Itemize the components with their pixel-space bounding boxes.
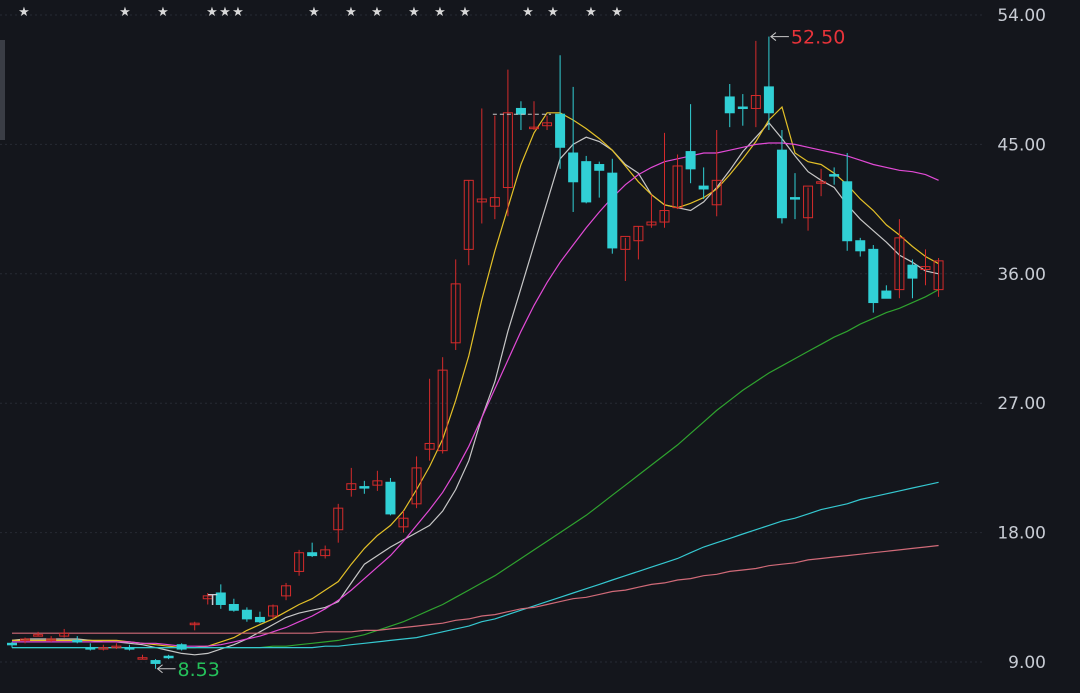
star-marker: ★ — [585, 5, 597, 20]
candlestick-chart[interactable]: 52.50 8.53 T ★ ★ ★ ★ ★ ★ ★ ★ ★ ★ ★ ★ ★ ★ ★ ★ 54.00 45.00 36.… — [0, 0, 1080, 689]
candle-body — [568, 152, 579, 183]
candle-body — [581, 161, 592, 203]
candle-body — [829, 174, 840, 177]
star-marker: ★ — [119, 5, 131, 20]
candle-body — [868, 248, 879, 304]
candle — [176, 643, 187, 651]
candle-body — [176, 644, 187, 650]
candle-body — [855, 240, 866, 252]
star-marker: ★ — [547, 5, 559, 20]
star-marker: ★ — [459, 5, 471, 20]
candle — [581, 155, 592, 204]
chart-background — [0, 0, 1080, 689]
candle-body — [685, 151, 696, 170]
low-price-label: 8.53 — [178, 659, 220, 681]
candle-body — [72, 639, 83, 643]
candle-body — [555, 113, 566, 148]
candle-body — [228, 603, 239, 611]
candle-body — [359, 486, 370, 489]
candle-body — [385, 481, 396, 515]
candle-body — [150, 660, 161, 664]
candle-body — [7, 642, 17, 646]
candle-body — [307, 552, 318, 557]
candle-body — [85, 647, 96, 650]
candle-body — [790, 197, 800, 200]
candle-body — [881, 290, 892, 299]
candle — [607, 158, 618, 254]
candle-body — [842, 181, 853, 242]
candle — [868, 245, 879, 313]
star-marker: ★ — [219, 5, 231, 20]
star-marker: ★ — [206, 5, 218, 20]
candle-body — [607, 172, 618, 249]
star-marker: ★ — [18, 5, 30, 20]
candle-body — [254, 616, 265, 623]
candle-body — [594, 164, 605, 171]
candle-body — [776, 149, 787, 219]
star-marker: ★ — [522, 5, 534, 20]
candle — [385, 477, 396, 516]
star-marker: ★ — [434, 5, 446, 20]
star-marker: ★ — [611, 5, 623, 20]
star-marker: ★ — [157, 5, 169, 20]
y-tick-label: 45.00 — [997, 135, 1046, 155]
star-marker: ★ — [232, 5, 244, 20]
candle-body — [163, 655, 174, 659]
star-marker: ★ — [345, 5, 357, 20]
y-tick-label: 9.00 — [1008, 653, 1046, 673]
candle-body — [241, 609, 252, 620]
high-price-label: 52.50 — [791, 27, 845, 49]
star-marker: ★ — [371, 5, 383, 20]
star-marker: ★ — [308, 5, 320, 20]
candle-body — [907, 264, 918, 279]
y-tick-label: 36.00 — [997, 265, 1046, 285]
star-marker: ★ — [408, 5, 420, 20]
candle-body — [124, 647, 135, 650]
left-edge-strip — [0, 40, 5, 140]
chart-svg: 52.508.53T★ ★ ★ ★ ★ ★ ★ ★ ★ ★ ★ ★ ★ ★ ★ ★ 54.0045.0036.… — [0, 0, 1080, 689]
candle-body — [215, 592, 226, 605]
y-tick-label: 18.00 — [997, 524, 1046, 544]
y-tick-label: 54.00 — [997, 6, 1046, 26]
candle-body — [515, 107, 526, 115]
candle-body — [698, 185, 709, 190]
t-marker-label: T — [207, 591, 218, 609]
candle-body — [737, 106, 748, 110]
y-tick-label: 27.00 — [997, 394, 1046, 414]
candle-body — [763, 86, 774, 114]
candle-body — [724, 96, 735, 114]
